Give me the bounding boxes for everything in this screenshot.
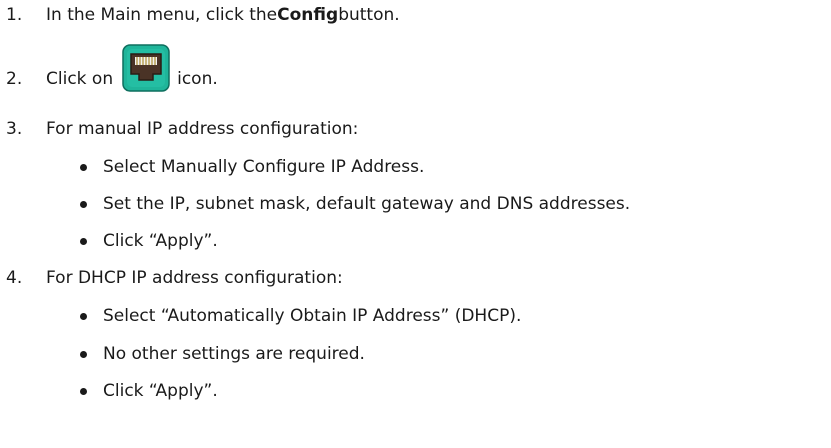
step-2: 2. Click on icon. bbox=[6, 40, 218, 96]
bullet-text: Select “Automatically Obtain IP Address”… bbox=[103, 306, 522, 326]
step-number: 1. bbox=[6, 5, 23, 25]
step-text-post: button. bbox=[338, 5, 400, 25]
step-1: 1. In the Main menu, click the Config bu… bbox=[6, 5, 400, 25]
bullet-text: Select Manually Configure IP Address. bbox=[103, 157, 425, 177]
step-number: 2. bbox=[6, 69, 23, 89]
bullet-dot-icon bbox=[80, 387, 87, 395]
step-number: 3. bbox=[6, 119, 23, 139]
bullet-item: Set the IP, subnet mask, default gateway… bbox=[80, 194, 630, 214]
step-4: 4. For DHCP IP address configuration: bbox=[6, 268, 343, 288]
instructions-document: 1. In the Main menu, click the Config bu… bbox=[0, 0, 831, 448]
step-number: 4. bbox=[6, 268, 23, 288]
bullet-dot-icon bbox=[80, 312, 87, 320]
step-text-pre: In the Main menu, click the bbox=[46, 5, 278, 25]
step-text-pre: Click on bbox=[46, 69, 114, 89]
step-text: For DHCP IP address configuration: bbox=[46, 268, 343, 288]
bullet-text: No other settings are required. bbox=[103, 344, 365, 364]
bullet-item: No other settings are required. bbox=[80, 344, 365, 364]
bullet-dot-icon bbox=[80, 350, 87, 358]
step-text-post: icon. bbox=[177, 69, 218, 89]
ethernet-port-icon bbox=[122, 44, 170, 92]
step-text: For manual IP address configuration: bbox=[46, 119, 359, 139]
step-3: 3. For manual IP address configuration: bbox=[6, 119, 358, 139]
bullet-item: Click “Apply”. bbox=[80, 381, 218, 401]
bullet-item: Click “Apply”. bbox=[80, 231, 218, 251]
bullet-text: Click “Apply”. bbox=[103, 231, 218, 251]
bullet-item: Select “Automatically Obtain IP Address”… bbox=[80, 306, 521, 326]
bullet-text: Set the IP, subnet mask, default gateway… bbox=[103, 194, 631, 214]
bullet-dot-icon bbox=[80, 163, 87, 171]
bullet-dot-icon bbox=[80, 200, 87, 208]
bullet-item: Select Manually Configure IP Address. bbox=[80, 157, 424, 177]
bullet-dot-icon bbox=[80, 237, 87, 245]
config-button-label: Config bbox=[277, 5, 339, 25]
bullet-text: Click “Apply”. bbox=[103, 381, 218, 401]
